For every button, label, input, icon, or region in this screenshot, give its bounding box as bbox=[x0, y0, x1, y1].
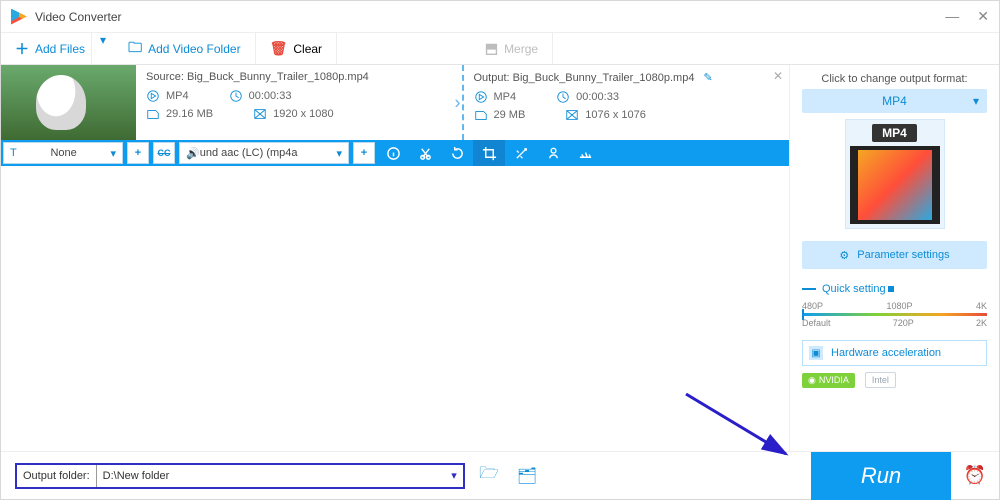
tick-4k: 4K bbox=[976, 301, 987, 311]
output-size: 29 MB bbox=[494, 109, 526, 121]
add-files-dropdown[interactable]: ▾ bbox=[92, 33, 114, 64]
app-logo-icon bbox=[11, 9, 27, 25]
main-toolbar: ＋ Add Files ▾ 🗀 Add Video Folder 🗑 Clear… bbox=[1, 33, 999, 65]
checkbox-icon: ▣ bbox=[809, 346, 823, 360]
slider-handle[interactable] bbox=[802, 309, 804, 320]
source-filename: Big_Buck_Bunny_Trailer_1080p.mp4 bbox=[187, 71, 369, 83]
output-folder-label: Output folder: bbox=[17, 465, 97, 487]
output-resolution: 1076 x 1076 bbox=[585, 109, 646, 121]
minimize-button[interactable]: — bbox=[945, 8, 959, 25]
close-button[interactable]: ✕ bbox=[977, 8, 989, 25]
run-label: Run bbox=[861, 463, 901, 489]
run-button[interactable]: Run bbox=[811, 452, 951, 500]
add-folder-label: Add Video Folder bbox=[148, 42, 241, 56]
output-format-select[interactable]: MP4 bbox=[802, 89, 987, 113]
schedule-button[interactable]: ⏰ bbox=[951, 452, 999, 500]
remove-item-button[interactable]: ✕ bbox=[773, 69, 783, 83]
format-preview[interactable]: MP4 bbox=[845, 119, 945, 229]
hardware-acceleration-toggle[interactable]: ▣ Hardware acceleration bbox=[802, 340, 987, 366]
audio-value: und aac (LC) (mp4a bbox=[200, 147, 337, 159]
crop-tool-button[interactable] bbox=[473, 140, 505, 166]
nvidia-badge: ◉NVIDIA bbox=[802, 373, 855, 388]
bottom-bar: Output folder: D:\New folder ▾ 🗁 🗂 Run ⏰ bbox=[1, 451, 999, 499]
tick-720p: 720P bbox=[893, 318, 914, 328]
edit-filename-icon[interactable]: ✎ bbox=[704, 72, 713, 84]
film-strip-icon bbox=[850, 146, 940, 224]
item-edit-bar: TNone▾ + CC 🔊und aac (LC) (mp4a▾ + bbox=[1, 140, 789, 166]
add-subtitle-button[interactable]: + bbox=[127, 142, 149, 164]
video-item[interactable]: Source: Big_Buck_Bunny_Trailer_1080p.mp4… bbox=[1, 65, 789, 140]
add-files-label: Add Files bbox=[35, 42, 85, 56]
audio-select[interactable]: 🔊und aac (LC) (mp4a▾ bbox=[179, 142, 349, 164]
merge-icon: ⬒ bbox=[485, 40, 498, 57]
clear-label: Clear bbox=[293, 42, 322, 56]
format-preview-label: MP4 bbox=[872, 124, 917, 142]
app-title: Video Converter bbox=[35, 10, 122, 24]
filter-tool-button[interactable] bbox=[569, 140, 601, 166]
tick-2k: 2K bbox=[976, 318, 987, 328]
open-completed-folder-button[interactable]: 🗂 bbox=[513, 463, 541, 489]
clear-button[interactable]: 🗑 Clear bbox=[256, 33, 337, 64]
add-audio-button[interactable]: + bbox=[353, 142, 375, 164]
format-panel: Click to change output format: MP4 MP4 ⚙… bbox=[789, 65, 999, 451]
info-tool-button[interactable] bbox=[377, 140, 409, 166]
tick-480p: 480P bbox=[802, 301, 823, 311]
quick-setting: Quick setting 480P 1080P 4K Default 720P… bbox=[802, 283, 987, 328]
tick-1080p: 1080P bbox=[886, 301, 912, 311]
tick-default: Default bbox=[802, 318, 831, 328]
add-video-folder-button[interactable]: 🗀 Add Video Folder bbox=[114, 33, 256, 64]
trim-tool-button[interactable] bbox=[409, 140, 441, 166]
output-filename: Big_Buck_Bunny_Trailer_1080p.mp4 bbox=[513, 72, 695, 84]
output-format: MP4 bbox=[494, 91, 517, 103]
source-info: Source: Big_Buck_Bunny_Trailer_1080p.mp4… bbox=[136, 65, 464, 140]
merge-button[interactable]: ⬒ Merge bbox=[471, 33, 553, 64]
source-size: 29.16 MB bbox=[166, 108, 213, 120]
open-output-folder-button[interactable]: 🗁 bbox=[475, 463, 503, 489]
source-label: Source: bbox=[146, 71, 184, 83]
arrow-right-icon: › bbox=[455, 92, 461, 113]
output-label: Output: bbox=[474, 72, 510, 84]
output-duration: 00:00:33 bbox=[576, 91, 619, 103]
source-format: MP4 bbox=[166, 90, 189, 102]
quality-slider[interactable] bbox=[802, 313, 987, 316]
trash-icon: 🗑 bbox=[270, 40, 288, 57]
source-duration: 00:00:33 bbox=[249, 90, 292, 102]
source-resolution: 1920 x 1080 bbox=[273, 108, 334, 120]
intel-badge: Intel bbox=[865, 372, 896, 388]
hw-label: Hardware acceleration bbox=[831, 347, 941, 359]
sliders-icon: ⚙ bbox=[839, 249, 849, 262]
parameter-settings-button[interactable]: ⚙ Parameter settings bbox=[802, 241, 987, 269]
video-thumbnail[interactable] bbox=[1, 65, 136, 140]
param-label: Parameter settings bbox=[857, 249, 949, 261]
plus-icon: ＋ bbox=[15, 39, 29, 59]
rotate-tool-button[interactable] bbox=[441, 140, 473, 166]
output-folder-dropdown[interactable]: ▾ bbox=[445, 469, 463, 482]
folder-plus-icon: 🗀 bbox=[128, 37, 142, 61]
output-folder-path: D:\New folder bbox=[97, 470, 445, 482]
title-bar: Video Converter — ✕ bbox=[1, 1, 999, 33]
add-files-button[interactable]: ＋ Add Files bbox=[1, 33, 92, 64]
quick-setting-label: Quick setting bbox=[822, 283, 886, 295]
effect-tool-button[interactable] bbox=[505, 140, 537, 166]
subtitle-select[interactable]: TNone▾ bbox=[3, 142, 123, 164]
disable-subtitle-button[interactable]: CC bbox=[153, 142, 175, 164]
output-folder-field[interactable]: Output folder: D:\New folder ▾ bbox=[15, 463, 465, 489]
format-value: MP4 bbox=[882, 94, 907, 108]
subtitle-value: None bbox=[50, 147, 76, 159]
watermark-tool-button[interactable] bbox=[537, 140, 569, 166]
merge-label: Merge bbox=[504, 42, 538, 56]
output-info: › ✕ Output: Big_Buck_Bunny_Trailer_1080p… bbox=[464, 65, 790, 140]
format-caption: Click to change output format: bbox=[802, 73, 987, 85]
